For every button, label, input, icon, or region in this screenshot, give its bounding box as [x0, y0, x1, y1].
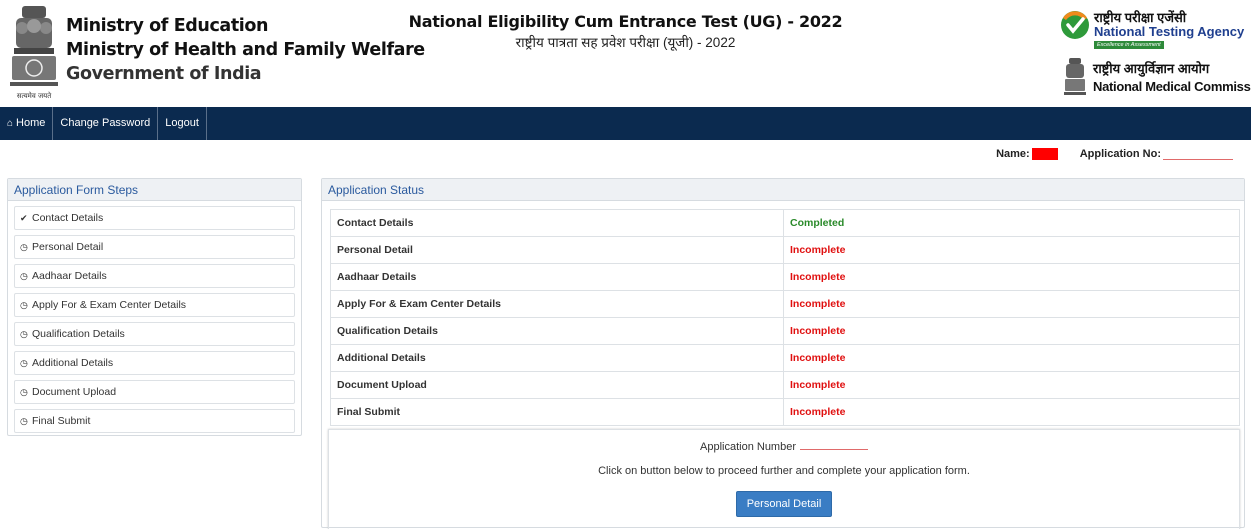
nmc-logo-block: राष्ट्रीय आयुर्विज्ञान आयोग National Med…: [1063, 56, 1251, 102]
step-label: Personal Detail: [32, 241, 104, 253]
status-row-value: Incomplete: [783, 317, 1240, 345]
nav-home-link[interactable]: ⌂ Home: [0, 107, 54, 140]
status-row-label: Apply For & Exam Center Details: [330, 290, 784, 318]
step-final-submit[interactable]: ◷ Final Submit: [14, 409, 295, 433]
status-table: Contact Details Completed Personal Detail…: [330, 209, 1240, 426]
step-document-upload[interactable]: ◷ Document Upload: [14, 380, 295, 404]
nta-logo-block: राष्ट्रीय परीक्षा एजेंसी National Testin…: [1060, 8, 1245, 52]
clock-icon: ◷: [20, 300, 28, 310]
nmc-emblem-icon: [1064, 58, 1086, 95]
step-aadhaar-details[interactable]: ◷ Aadhaar Details: [14, 264, 295, 288]
name-label: Name:: [996, 148, 1030, 160]
proceed-message: Click on button below to proceed further…: [598, 465, 970, 477]
application-number-value: [800, 440, 868, 450]
status-row-value: Incomplete: [783, 263, 1240, 291]
name-redacted: [1031, 148, 1058, 160]
status-row-label: Document Upload: [330, 371, 784, 399]
step-contact-details[interactable]: ✔ Contact Details: [14, 206, 295, 230]
status-row-label: Contact Details: [330, 209, 784, 237]
application-number-label: Application Number: [700, 441, 796, 453]
application-no-value: [1163, 148, 1233, 160]
table-row: Apply For & Exam Center Details Incomplet…: [330, 290, 1240, 318]
clock-icon: ◷: [20, 242, 28, 252]
clock-icon: ◷: [20, 416, 28, 426]
nta-name-english: National Testing Agency: [1094, 24, 1245, 39]
personal-detail-button[interactable]: Personal Detail: [735, 491, 833, 517]
nta-checkmark-logo-icon: [1061, 11, 1089, 39]
table-row: Aadhaar Details Incomplete: [330, 263, 1240, 291]
emblem-caption: सत्यमेव जयते: [17, 91, 52, 100]
nmc-name-hindi: राष्ट्रीय आयुर्विज्ञान आयोग: [1093, 61, 1210, 76]
clock-icon: ◷: [20, 271, 28, 281]
table-row: Additional Details Incomplete: [330, 344, 1240, 372]
clock-icon: ◷: [20, 358, 28, 368]
step-label: Document Upload: [32, 386, 117, 398]
step-qualification-details[interactable]: ◷ Qualification Details: [14, 322, 295, 346]
step-personal-detail[interactable]: ◷ Personal Detail: [14, 235, 295, 259]
status-row-value: Incomplete: [783, 290, 1240, 318]
status-row-value: Incomplete: [783, 236, 1240, 264]
step-label: Contact Details: [32, 212, 104, 224]
step-additional-details[interactable]: ◷ Additional Details: [14, 351, 295, 375]
nav-logout-link[interactable]: Logout: [158, 107, 207, 140]
proceed-info-box: Application Number Click on button below…: [328, 429, 1240, 529]
government-of-india: Government of India: [66, 64, 262, 84]
home-icon: ⌂: [7, 118, 14, 129]
table-row: Personal Detail Incomplete: [330, 236, 1240, 264]
step-label: Apply For & Exam Center Details: [32, 299, 187, 311]
application-number-row: Application Number: [329, 440, 1239, 453]
clock-icon: ◷: [20, 387, 28, 397]
table-row: Final Submit Incomplete: [330, 398, 1240, 426]
table-row: Qualification Details Incomplete: [330, 317, 1240, 345]
application-steps-panel: Application Form Steps ✔ Contact Details …: [7, 178, 302, 436]
status-row-label: Final Submit: [330, 398, 784, 426]
steps-panel-title: Application Form Steps: [8, 179, 301, 201]
status-row-label: Qualification Details: [330, 317, 784, 345]
status-row-label: Additional Details: [330, 344, 784, 372]
application-no-label: Application No:: [1079, 148, 1161, 160]
status-row-value: Incomplete: [783, 371, 1240, 399]
status-row-value: Completed: [783, 209, 1240, 237]
status-row-label: Aadhaar Details: [330, 263, 784, 291]
top-navbar: ⌂ Home Change Password Logout: [0, 107, 1251, 140]
step-exam-center-details[interactable]: ◷ Apply For & Exam Center Details: [14, 293, 295, 317]
table-row: Contact Details Completed: [330, 209, 1240, 237]
step-label: Additional Details: [32, 357, 114, 369]
nav-change-password-link[interactable]: Change Password: [53, 107, 159, 140]
status-row-value: Incomplete: [783, 398, 1240, 426]
nmc-name-english: National Medical Commission: [1093, 79, 1251, 94]
step-label: Aadhaar Details: [32, 270, 107, 282]
nta-tagline: Excellence in Assessment: [1094, 41, 1164, 49]
step-label: Qualification Details: [32, 328, 125, 340]
status-row-value: Incomplete: [783, 344, 1240, 372]
application-status-panel: Application Status Contact Details Comple…: [321, 178, 1245, 529]
status-panel-title: Application Status: [322, 179, 1244, 201]
page-header: सत्यमेव जयते Ministry of Education Minis…: [0, 0, 1251, 107]
step-label: Final Submit: [32, 415, 91, 427]
clock-icon: ◷: [20, 329, 28, 339]
status-row-label: Personal Detail: [330, 236, 784, 264]
nav-home-label: Home: [16, 117, 46, 129]
table-row: Document Upload Incomplete: [330, 371, 1240, 399]
check-circle-icon: ✔: [20, 213, 28, 223]
user-info-row: Name: Application No:: [996, 148, 1233, 160]
